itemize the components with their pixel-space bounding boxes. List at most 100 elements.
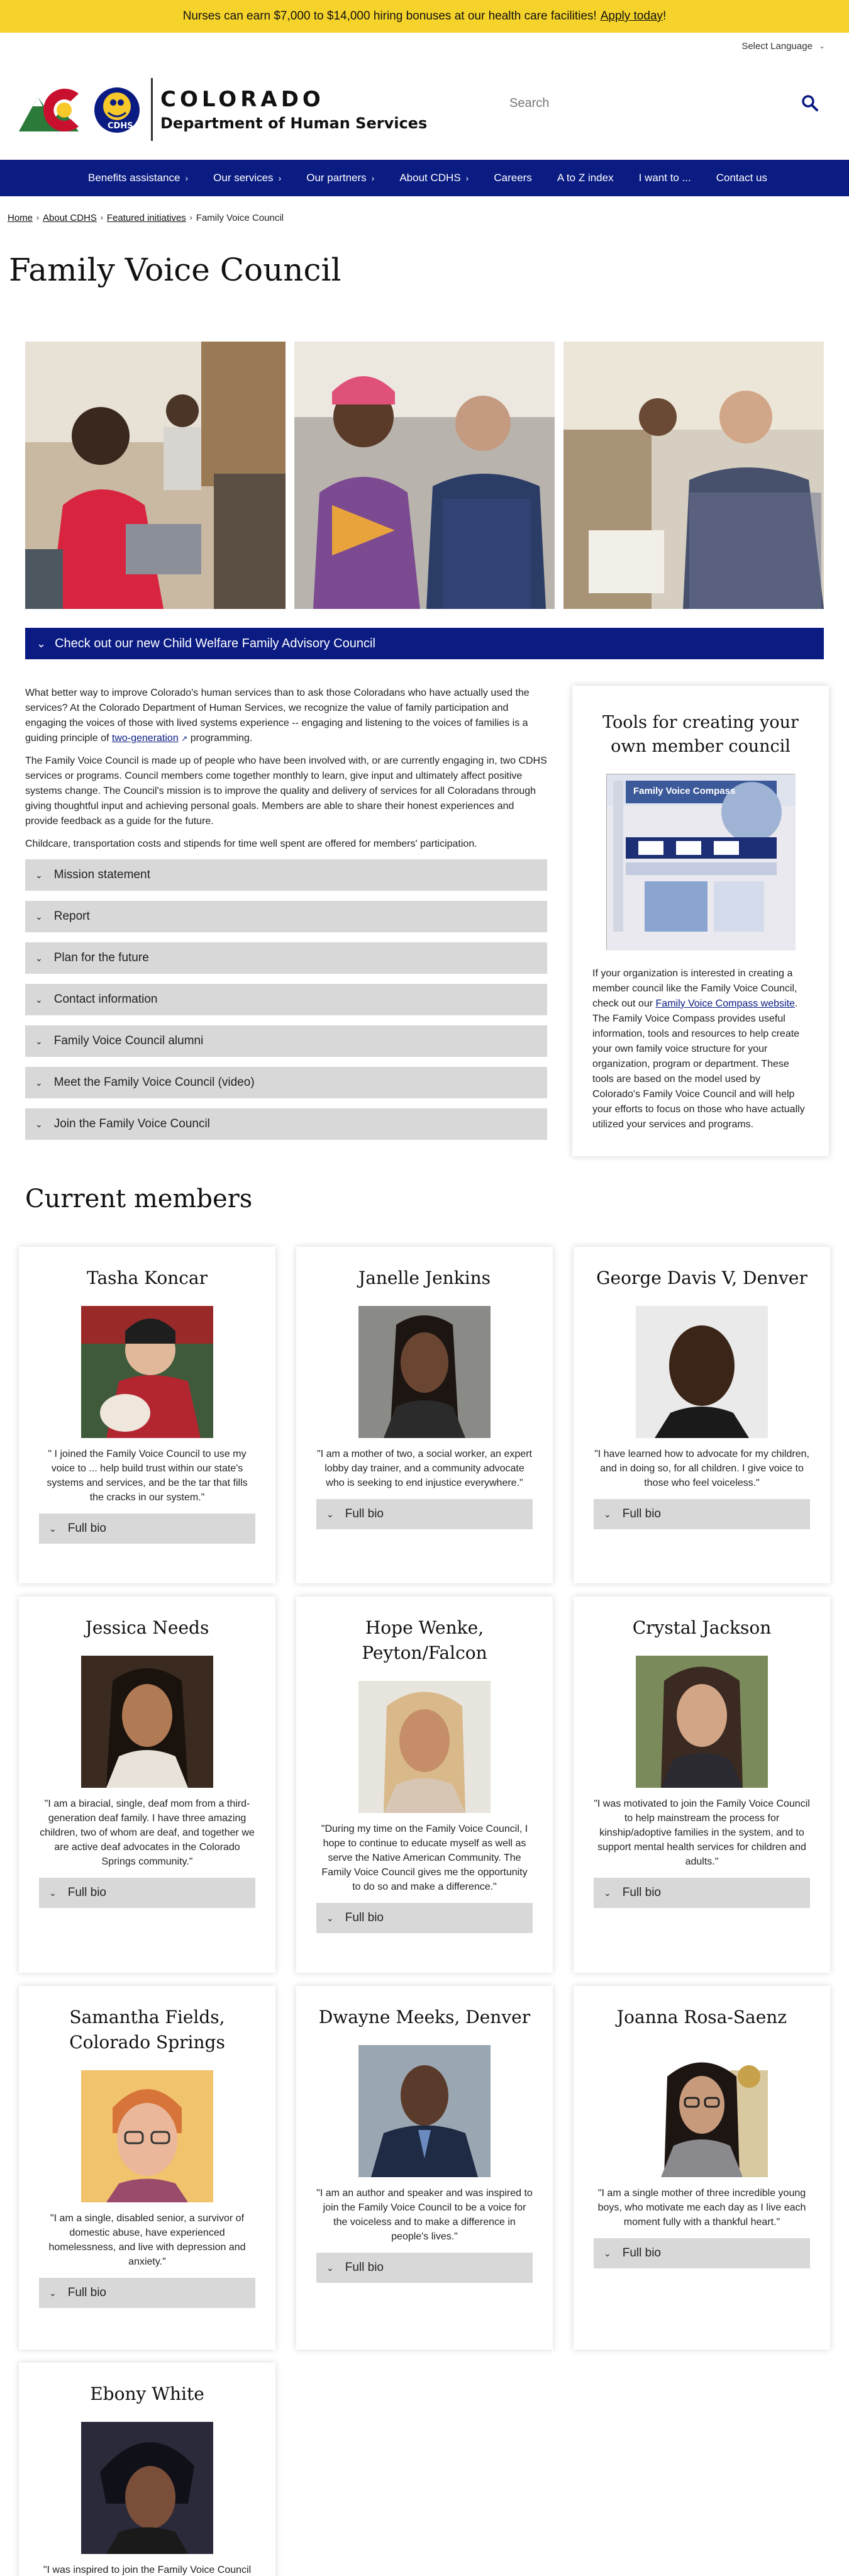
chevron-down-icon: ⌄ xyxy=(35,869,43,880)
chevron-down-icon: ⌄ xyxy=(604,1887,611,1898)
accordion-plan-for-the-future[interactable]: ⌄ Plan for the future xyxy=(25,942,547,974)
cdhs-logo[interactable]: CDHS xyxy=(19,75,151,144)
nav-item-contact-us[interactable]: Contact us xyxy=(716,172,767,184)
member-photo xyxy=(81,2070,213,2202)
chevron-down-icon: ⌄ xyxy=(326,1508,334,1519)
accordion-alumni[interactable]: ⌄ Family Voice Council alumni xyxy=(25,1025,547,1057)
full-bio-label: Full bio xyxy=(622,1886,661,1899)
accordion-contact-information[interactable]: ⌄ Contact information xyxy=(25,984,547,1015)
full-bio-button[interactable]: ⌄ Full bio xyxy=(39,1878,255,1908)
member-card: Jessica Needs "I am a biracial, single, … xyxy=(19,1597,275,1973)
language-select[interactable]: Select Language ⌄ xyxy=(741,41,825,52)
intro-text: What better way to improve Colorado's hu… xyxy=(25,688,530,744)
full-bio-button[interactable]: ⌄ Full bio xyxy=(594,2238,810,2268)
family-voice-compass-link[interactable]: Family Voice Compass website xyxy=(656,998,795,1009)
full-bio-button[interactable]: ⌄ Full bio xyxy=(39,2278,255,2308)
member-card: Ebony White "I was inspired to join the … xyxy=(19,2363,275,2576)
member-name: Crystal Jackson xyxy=(632,1617,772,1638)
full-bio-button[interactable]: ⌄ Full bio xyxy=(316,1499,533,1529)
nav-item-our-services[interactable]: Our services › xyxy=(213,172,281,184)
member-quote: "I was inspired to join the Family Voice… xyxy=(43,2565,252,2575)
alert-text: Nurses can earn $7,000 to $14,000 hiring… xyxy=(182,9,597,23)
member-photo xyxy=(358,2045,491,2177)
member-quote: "I was motivated to join the Family Voic… xyxy=(594,1798,810,1867)
member-card: Joanna Rosa-Saenz "I am a single mother … xyxy=(574,1986,830,2350)
member-quote: "During my time on the Family Voice Coun… xyxy=(321,1824,528,1892)
council-discussion-photo xyxy=(563,342,824,609)
breadcrumb: Home › About CDHS › Featured initiatives… xyxy=(0,210,849,225)
intro-paragraph-1: What better way to improve Colorado's hu… xyxy=(25,686,547,746)
member-name: Joanna Rosa-Saenz xyxy=(616,2007,787,2027)
breadcrumb-about-cdhs[interactable]: About CDHS xyxy=(43,213,97,223)
member-card: Crystal Jackson "I was motivated to join… xyxy=(574,1597,830,1973)
accordion-meet-council-video[interactable]: ⌄ Meet the Family Voice Council (video) xyxy=(25,1067,547,1098)
council-photos xyxy=(25,342,824,609)
chevron-down-icon: ⌄ xyxy=(326,2262,334,2273)
compass-image-title: Family Voice Compass xyxy=(633,786,736,796)
nav-item-benefits-assistance[interactable]: Benefits assistance › xyxy=(88,172,188,184)
nav-item-label: I want to ... xyxy=(638,172,691,184)
brand-state: COLORADO xyxy=(160,87,325,112)
nav-item-careers[interactable]: Careers xyxy=(494,172,531,184)
two-generation-link[interactable]: two-generation xyxy=(112,733,179,744)
brand-wordmark[interactable]: COLORADO Department of Human Services xyxy=(151,78,427,141)
full-bio-label: Full bio xyxy=(345,1911,384,1924)
full-bio-button[interactable]: ⌄ Full bio xyxy=(594,1878,810,1908)
main-navigation: Benefits assistance › Our services › Our p… xyxy=(0,160,849,196)
nav-item-about-cdhs[interactable]: About CDHS › xyxy=(399,172,469,184)
nav-item-our-partners[interactable]: Our partners › xyxy=(306,172,374,184)
member-quote: "I have learned how to advocate for my c… xyxy=(594,1449,809,1488)
full-bio-label: Full bio xyxy=(67,1522,106,1535)
full-bio-button[interactable]: ⌄ Full bio xyxy=(594,1499,810,1529)
breadcrumb-featured-initiatives[interactable]: Featured initiatives xyxy=(107,213,186,223)
chevron-down-icon: ⌄ xyxy=(604,1508,611,1519)
council-meeting-photo xyxy=(25,342,286,609)
nav-item-i-want-to[interactable]: I want to ... xyxy=(639,172,691,184)
member-name: Samantha Fields, Colorado Springs xyxy=(69,2007,225,2053)
utility-row: Select Language ⌄ xyxy=(0,33,849,59)
brand-department: Department of Human Services xyxy=(160,114,428,132)
member-photo xyxy=(636,1656,768,1788)
nav-item-label: Careers xyxy=(494,172,532,184)
full-bio-button[interactable]: ⌄ Full bio xyxy=(316,2253,533,2283)
member-quote: "I am a single, disabled senior, a survi… xyxy=(48,2213,246,2267)
nav-item-label: Our partners xyxy=(306,172,367,184)
family-voice-compass-image[interactable]: Family Voice Compass xyxy=(606,774,796,951)
alert-banner: Nurses can earn $7,000 to $14,000 hiring… xyxy=(0,0,849,33)
external-link-icon: ↗ xyxy=(181,734,188,743)
accordion-join-council[interactable]: ⌄ Join the Family Voice Council xyxy=(25,1108,547,1140)
accordion-report[interactable]: ⌄ Report xyxy=(25,901,547,932)
search-input[interactable] xyxy=(496,89,785,117)
accordion-label: Contact information xyxy=(53,993,158,1006)
member-name: George Davis V, Denver xyxy=(596,1268,807,1288)
nav-item-a-to-z-index[interactable]: A to Z index xyxy=(557,172,614,184)
full-bio-label: Full bio xyxy=(622,2246,661,2260)
apply-today-link[interactable]: Apply today xyxy=(601,9,663,23)
page-title: Family Voice Council xyxy=(9,252,341,288)
full-bio-button[interactable]: ⌄ Full bio xyxy=(316,1903,533,1933)
member-photo xyxy=(81,2422,213,2554)
member-quote: "I am a mother of two, a social worker, … xyxy=(317,1449,532,1488)
chevron-down-icon: ⌄ xyxy=(35,952,43,963)
chevron-down-icon: ⌄ xyxy=(35,994,43,1005)
member-quote: "I am a biracial, single, deaf mom from … xyxy=(40,1798,255,1867)
member-name: Dwayne Meeks, Denver xyxy=(318,2007,531,2027)
full-bio-label: Full bio xyxy=(345,1507,384,1520)
member-photo xyxy=(81,1656,213,1788)
nav-item-label: Contact us xyxy=(716,172,768,184)
info-accordion: ⌄ Mission statement ⌄ Report ⌄ Plan for the… xyxy=(25,859,547,1140)
breadcrumb-home[interactable]: Home xyxy=(8,213,33,223)
colorado-logo-icon xyxy=(19,87,140,133)
intro-paragraph-2: The Family Voice Council is made up of p… xyxy=(25,756,547,827)
sidebar-text: If your organization is interested in cr… xyxy=(592,966,809,1132)
accordion-label: Family Voice Council alumni xyxy=(53,1034,204,1047)
chevron-down-icon: ⌄ xyxy=(326,1912,334,1923)
full-bio-button[interactable]: ⌄ Full bio xyxy=(39,1514,255,1544)
search-button[interactable] xyxy=(797,91,823,116)
accordion-label: Mission statement xyxy=(53,868,150,881)
nav-item-label: Benefits assistance xyxy=(88,172,180,184)
chevron-right-icon: › xyxy=(278,173,282,183)
accordion-mission-statement[interactable]: ⌄ Mission statement xyxy=(25,859,547,891)
full-bio-label: Full bio xyxy=(67,2286,106,2299)
child-welfare-banner[interactable]: ⌄ Check out our new Child Welfare Family… xyxy=(25,628,824,659)
